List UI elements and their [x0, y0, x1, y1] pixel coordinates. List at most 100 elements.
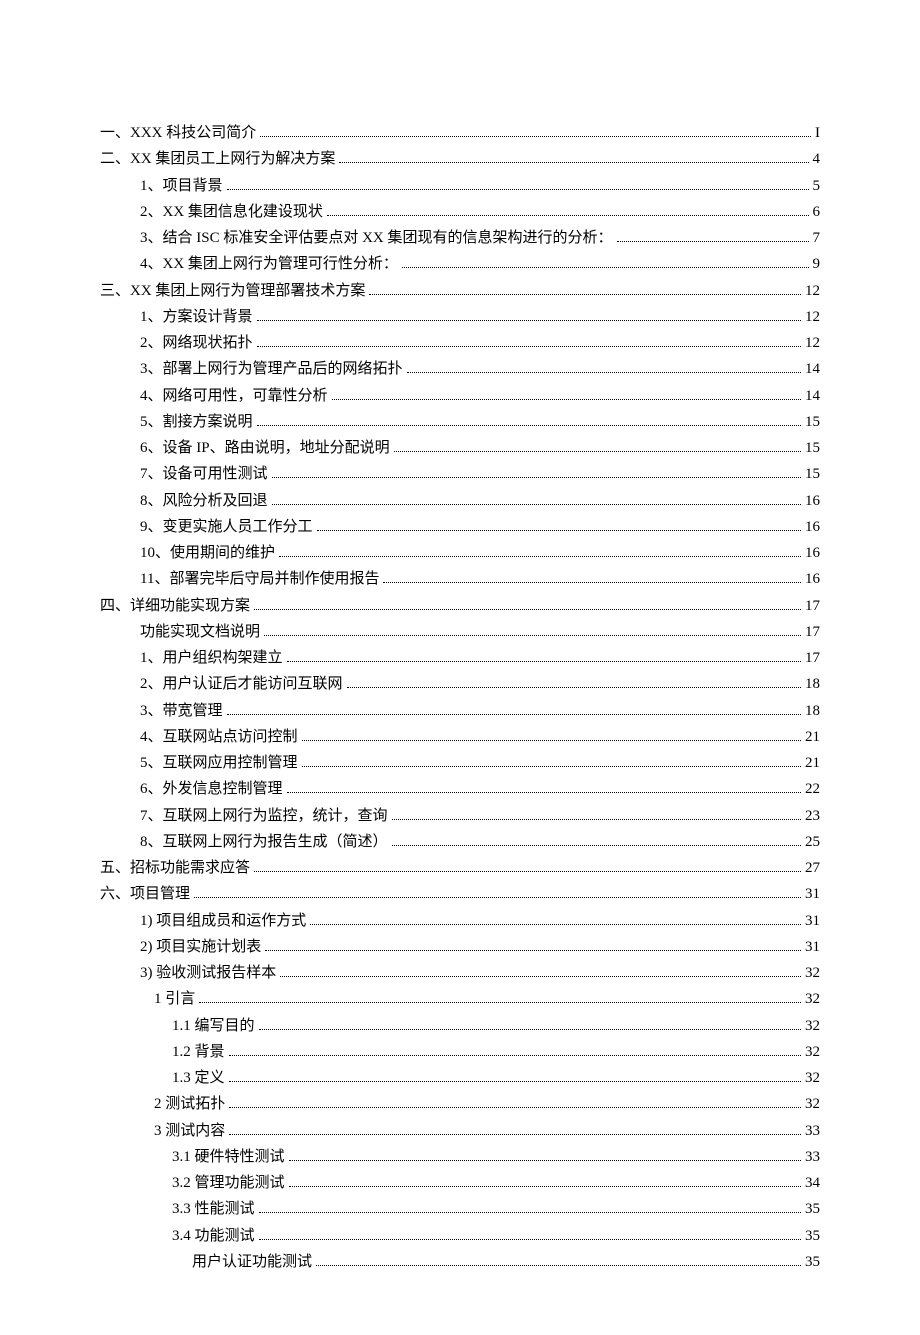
- toc-label: 3、部署上网行为管理产品后的网络拓扑: [140, 356, 403, 382]
- toc-entry[interactable]: 3、结合 ISC 标准安全评估要点对 XX 集团现有的信息架构进行的分析：7: [100, 225, 820, 251]
- toc-label: 五、招标功能需求应答: [100, 855, 250, 881]
- toc-page-number: 7: [813, 225, 821, 251]
- toc-entry[interactable]: 11、部署完毕后守局并制作使用报告 16: [100, 566, 820, 592]
- toc-entry[interactable]: 9、变更实施人员工作分工16: [100, 514, 820, 540]
- toc-entry[interactable]: 3.1 硬件特性测试33: [100, 1144, 820, 1170]
- toc-leader-dots: [332, 390, 801, 400]
- toc-leader-dots: [289, 1177, 801, 1187]
- toc-leader-dots: [229, 1125, 801, 1135]
- toc-label: 9、变更实施人员工作分工: [140, 514, 313, 540]
- toc-entry[interactable]: 用户认证功能测试35: [100, 1249, 820, 1275]
- toc-label: 11、部署完毕后守局并制作使用报告: [140, 566, 379, 592]
- toc-entry[interactable]: 功能实现文档说明17: [100, 619, 820, 645]
- toc-entry[interactable]: 8、风险分析及回退16: [100, 488, 820, 514]
- toc-entry[interactable]: 2) 项目实施计划表31: [100, 934, 820, 960]
- toc-leader-dots: [289, 1151, 801, 1161]
- toc-label: 1 引言: [154, 986, 195, 1012]
- toc-entry[interactable]: 7、设备可用性测试15: [100, 461, 820, 487]
- toc-entry[interactable]: 四、详细功能实现方案17: [100, 593, 820, 619]
- toc-page-number: 21: [805, 724, 820, 750]
- toc-page-number: 17: [805, 645, 820, 671]
- toc-label: 一、XXX 科技公司简介: [100, 120, 256, 146]
- toc-entry[interactable]: 6、设备 IP、路由说明，地址分配说明15: [100, 435, 820, 461]
- toc-page-number: 35: [805, 1249, 820, 1275]
- toc-leader-dots: [392, 836, 801, 846]
- toc-entry[interactable]: 1) 项目组成员和运作方式31: [100, 908, 820, 934]
- toc-page-number: 12: [805, 330, 820, 356]
- toc-leader-dots: [392, 810, 801, 820]
- toc-entry[interactable]: 2、XX 集团信息化建设现状6: [100, 199, 820, 225]
- toc-leader-dots: [279, 547, 801, 557]
- toc-leader-dots: [259, 1203, 801, 1213]
- toc-leader-dots: [287, 652, 801, 662]
- toc-label: 3.2 管理功能测试: [172, 1170, 285, 1196]
- toc-entry[interactable]: 4、网络可用性，可靠性分析14: [100, 383, 820, 409]
- toc-page-number: 32: [805, 960, 820, 986]
- toc-entry[interactable]: 3.2 管理功能测试34: [100, 1170, 820, 1196]
- toc-entry[interactable]: 二、XX 集团员工上网行为解决方案4: [100, 146, 820, 172]
- toc-entry[interactable]: 三、XX 集团上网行为管理部署技术方案12: [100, 278, 820, 304]
- toc-page-number: 4: [813, 146, 821, 172]
- toc-leader-dots: [227, 705, 801, 715]
- toc-leader-dots: [259, 1020, 801, 1030]
- toc-entry[interactable]: 1.1 编写目的32: [100, 1013, 820, 1039]
- toc-page-number: 32: [805, 1091, 820, 1117]
- toc-entry[interactable]: 3) 验收测试报告样本32: [100, 960, 820, 986]
- toc-entry[interactable]: 5、互联网应用控制管理21: [100, 750, 820, 776]
- toc-entry[interactable]: 6、外发信息控制管理22: [100, 776, 820, 802]
- toc-leader-dots: [265, 941, 801, 951]
- toc-leader-dots: [369, 285, 801, 295]
- toc-entry[interactable]: 2、网络现状拓扑 12: [100, 330, 820, 356]
- toc-entry[interactable]: 4、互联网站点访问控制21: [100, 724, 820, 750]
- toc-entry[interactable]: 2、用户认证后才能访问互联网18: [100, 671, 820, 697]
- toc-label: 3.3 性能测试: [172, 1196, 255, 1222]
- toc-leader-dots: [257, 416, 801, 426]
- toc-label: 1、用户组织构架建立: [140, 645, 283, 671]
- toc-entry[interactable]: 1、方案设计背景12: [100, 304, 820, 330]
- toc-entry[interactable]: 4、XX 集团上网行为管理可行性分析：9: [100, 251, 820, 277]
- toc-leader-dots: [260, 127, 811, 137]
- toc-leader-dots: [617, 232, 809, 242]
- document-page: 一、XXX 科技公司简介I二、XX 集团员工上网行为解决方案41、项目背景52、…: [0, 0, 920, 1335]
- toc-page-number: 17: [805, 619, 820, 645]
- toc-entry[interactable]: 五、招标功能需求应答27: [100, 855, 820, 881]
- toc-entry[interactable]: 3 测试内容33: [100, 1118, 820, 1144]
- toc-entry[interactable]: 3.4 功能测试35: [100, 1223, 820, 1249]
- toc-page-number: 32: [805, 1039, 820, 1065]
- toc-entry[interactable]: 1、用户组织构架建立 17: [100, 645, 820, 671]
- toc-leader-dots: [327, 206, 809, 216]
- toc-label: 六、项目管理: [100, 881, 190, 907]
- toc-entry[interactable]: 3、带宽管理18: [100, 698, 820, 724]
- toc-page-number: 16: [805, 566, 820, 592]
- toc-leader-dots: [402, 258, 809, 268]
- toc-leader-dots: [229, 1046, 801, 1056]
- toc-entry[interactable]: 7、互联网上网行为监控，统计，查询23: [100, 803, 820, 829]
- toc-entry[interactable]: 1.2 背景32: [100, 1039, 820, 1065]
- toc-entry[interactable]: 2 测试拓扑32: [100, 1091, 820, 1117]
- toc-page-number: 5: [813, 173, 821, 199]
- toc-leader-dots: [394, 442, 801, 452]
- toc-entry[interactable]: 5、割接方案说明15: [100, 409, 820, 435]
- toc-entry[interactable]: 3、部署上网行为管理产品后的网络拓扑14: [100, 356, 820, 382]
- toc-page-number: 15: [805, 409, 820, 435]
- toc-entry[interactable]: 10、使用期间的维护16: [100, 540, 820, 566]
- toc-entry[interactable]: 8、互联网上网行为报告生成（简述）25: [100, 829, 820, 855]
- toc-page-number: 18: [805, 671, 820, 697]
- toc-entry[interactable]: 一、XXX 科技公司简介 I: [100, 120, 820, 146]
- toc-label: 6、外发信息控制管理: [140, 776, 283, 802]
- toc-entry[interactable]: 1.3 定义32: [100, 1065, 820, 1091]
- toc-label: 2、网络现状拓扑: [140, 330, 253, 356]
- toc-entry[interactable]: 1 引言 32: [100, 986, 820, 1012]
- toc-page-number: I: [815, 120, 820, 146]
- toc-label: 1.3 定义: [172, 1065, 225, 1091]
- toc-leader-dots: [254, 600, 801, 610]
- toc-page-number: 32: [805, 986, 820, 1012]
- toc-leader-dots: [280, 967, 801, 977]
- toc-entry[interactable]: 3.3 性能测试35: [100, 1196, 820, 1222]
- toc-leader-dots: [287, 783, 801, 793]
- toc-page-number: 16: [805, 540, 820, 566]
- toc-label: 5、互联网应用控制管理: [140, 750, 298, 776]
- toc-entry[interactable]: 1、项目背景5: [100, 173, 820, 199]
- toc-entry[interactable]: 六、项目管理31: [100, 881, 820, 907]
- toc-label: 3、带宽管理: [140, 698, 223, 724]
